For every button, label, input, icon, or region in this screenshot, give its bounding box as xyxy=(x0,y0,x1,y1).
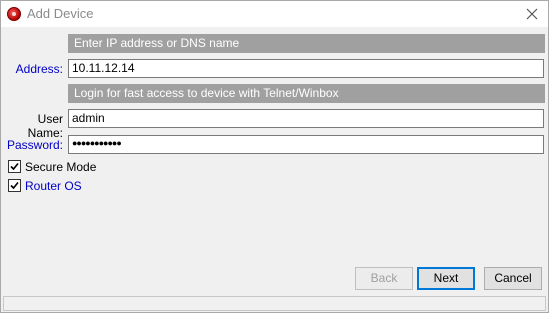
title-bar: Add Device xyxy=(1,1,548,27)
cancel-button[interactable]: Cancel xyxy=(484,267,542,290)
secure-mode-label: Secure Mode xyxy=(25,160,97,174)
username-label: User Name: xyxy=(27,112,63,140)
address-section-header: Enter IP address or DNS name xyxy=(68,34,545,53)
check-icon xyxy=(10,181,19,190)
password-input[interactable]: ●●●●●●●●●●● xyxy=(68,135,544,154)
router-os-label: Router OS xyxy=(25,179,82,193)
next-button[interactable]: Next xyxy=(417,267,475,290)
close-button[interactable] xyxy=(522,4,542,24)
login-section-header: Login for fast access to device with Tel… xyxy=(68,84,545,103)
router-os-checkbox[interactable] xyxy=(8,179,21,192)
check-icon xyxy=(10,162,19,171)
close-icon xyxy=(526,8,538,20)
window-title: Add Device xyxy=(27,6,94,21)
status-bar xyxy=(3,296,546,311)
address-label: Address: xyxy=(15,62,63,76)
username-input[interactable]: admin xyxy=(68,109,544,128)
password-label: Password: xyxy=(6,138,63,152)
secure-mode-checkbox[interactable] xyxy=(8,160,21,173)
app-icon xyxy=(7,7,21,21)
back-button[interactable]: Back xyxy=(355,267,413,290)
add-device-window: Add Device Enter IP address or DNS name … xyxy=(0,0,549,313)
address-input[interactable]: 10.11.12.14 xyxy=(68,59,544,78)
